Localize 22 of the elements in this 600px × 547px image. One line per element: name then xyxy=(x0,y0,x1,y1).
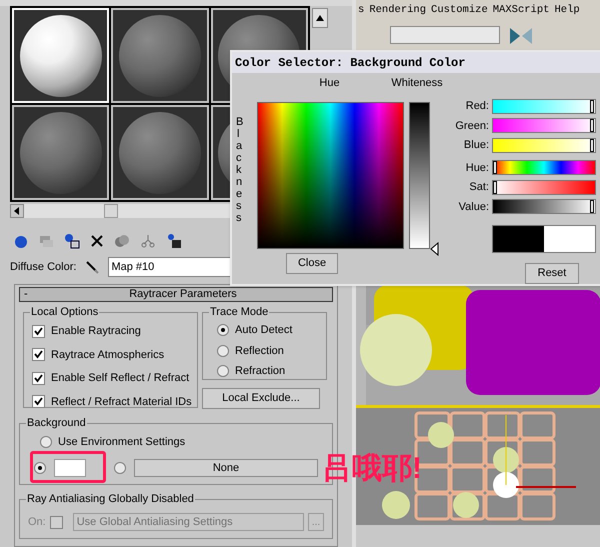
option-label: Reflect / Refract Material IDs xyxy=(51,394,192,410)
dialog-title: Color Selector: Background Color xyxy=(235,54,466,72)
group-title: Local Options xyxy=(30,305,100,319)
option-label: Use Environment Settings xyxy=(58,435,186,450)
channel-label: Value: xyxy=(458,200,489,214)
option-label: Enable Self Reflect / Refract xyxy=(51,371,190,386)
channel-label: Blue: xyxy=(462,138,489,153)
channel-label: Red: xyxy=(464,99,489,114)
channel-label: Sat: xyxy=(468,180,489,195)
channel-label: Green: xyxy=(455,118,489,134)
option-label: Raytrace Atmospherics xyxy=(51,348,164,362)
whiteness-label: Whiteness xyxy=(390,76,444,91)
rollout-title: Raytracer Parameters xyxy=(128,287,238,302)
group-title: Background xyxy=(26,416,87,430)
on-label: On: xyxy=(28,514,46,530)
diffuse-color-label: Diffuse Color: xyxy=(10,260,76,275)
option-label: Enable Raytracing xyxy=(51,324,141,339)
option-label: Auto Detect xyxy=(235,323,292,338)
option-label: Reflection xyxy=(235,344,284,358)
channel-label: Hue: xyxy=(464,160,489,176)
group-title: Ray Antialiasing Globally Disabled xyxy=(26,492,195,506)
option-label: Refraction xyxy=(235,364,286,379)
